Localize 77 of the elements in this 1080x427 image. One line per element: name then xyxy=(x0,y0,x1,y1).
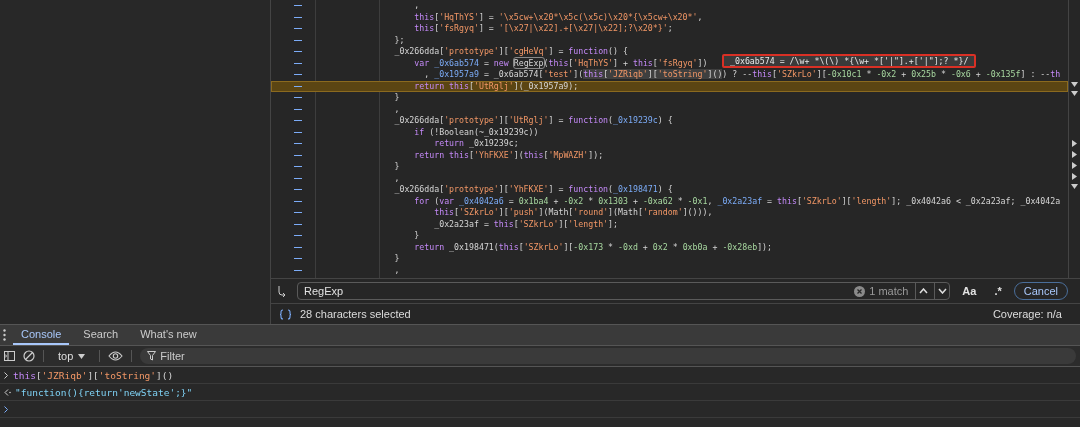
line-marker[interactable] xyxy=(294,269,302,271)
caret-down-icon xyxy=(78,353,86,359)
line-marker[interactable] xyxy=(294,235,302,236)
line-marker[interactable] xyxy=(294,74,302,75)
next-match-button[interactable] xyxy=(934,283,950,300)
chevron-down-icon xyxy=(937,288,947,295)
code-line: , _0x1957a9 = _0x6ab574['test'](this['JZRiqb']['toString']()) ? --this['SZkrLo'][-0x10c1 * -0x2 + 0x25b * -0x6 + -0x135f] : --th xyxy=(423,69,1061,81)
code-line: } xyxy=(393,253,400,265)
more-options-icon[interactable] xyxy=(3,329,7,341)
code-line: _0x266dda['prototype']['YhFKXE'] = function(_0x198471) { xyxy=(393,184,673,196)
filter-icon xyxy=(147,351,157,361)
line-marker[interactable] xyxy=(294,5,302,6)
eye-icon[interactable] xyxy=(108,351,124,361)
line-marker[interactable] xyxy=(294,62,302,64)
code-line: this['HqThYS'] = '\x5cw+\x20*\x5c(\x5c)\x20*{\x5cw+\x20*', xyxy=(413,11,703,23)
console-command: this['JZRiqb']['toString']() xyxy=(13,369,174,381)
code-line: return this['UtRglj'](_0x1957a9); xyxy=(413,80,579,92)
line-marker[interactable] xyxy=(294,212,302,213)
line-marker[interactable] xyxy=(294,166,302,167)
line-marker[interactable] xyxy=(294,200,302,202)
sidebar-toggle-icon[interactable] xyxy=(4,351,15,361)
line-marker[interactable] xyxy=(294,246,302,248)
line-marker[interactable] xyxy=(294,108,302,110)
code-line: } xyxy=(393,161,400,173)
line-marker[interactable] xyxy=(294,131,302,133)
hover-tooltip: _0x6ab574 = /\w+ *\(\) *{\w+ *['|"].+['|"];? *}/ xyxy=(722,54,977,68)
filter-field[interactable]: Filter xyxy=(140,348,1076,364)
code-line: _0x266dda['prototype']['cgHeVq'] = function() { xyxy=(393,46,628,58)
code-line: this['fsRgyq'] = '[\x27|\x22].+[\x27|\x22];?\x20*}'; xyxy=(413,23,673,35)
line-marker[interactable] xyxy=(294,16,302,18)
code-line: , xyxy=(413,0,420,12)
line-marker[interactable] xyxy=(294,258,302,259)
line-marker[interactable] xyxy=(294,223,302,225)
code-line: var _0x6ab574 = new RegExp(this['HqThYS'] + this['fsRgyq']) xyxy=(413,57,708,69)
code-line: } xyxy=(413,230,420,242)
code-line: return _0x19239c; xyxy=(433,138,519,150)
regex-toggle[interactable]: .* xyxy=(988,285,1008,298)
prompt-caret-icon xyxy=(4,405,9,413)
code-line: if (!Boolean(~_0x19239c)) xyxy=(413,126,539,138)
line-marker[interactable] xyxy=(294,177,302,179)
code-line: , xyxy=(393,103,400,115)
code-line: return this['YhFKXE'](this['MpWAZH']); xyxy=(413,149,604,161)
panel-tab[interactable]: Search xyxy=(75,325,127,345)
code-line: _0x2a23af = this['SZkrLo']['length']; xyxy=(433,218,619,230)
context-dropdown[interactable]: top xyxy=(52,350,92,362)
chevron-up-icon xyxy=(918,288,928,295)
line-marker[interactable] xyxy=(294,97,302,98)
braces-icon[interactable] xyxy=(279,308,292,320)
line-marker[interactable] xyxy=(294,39,302,41)
code-line: , xyxy=(393,172,400,184)
line-marker[interactable] xyxy=(294,143,302,144)
code-line: this['SZkrLo']['push'](Math['round'](Math['random']())), xyxy=(433,207,713,219)
code-line: } xyxy=(393,92,400,104)
panel-tab[interactable]: What's new xyxy=(132,325,205,345)
selection-info: 28 characters selected xyxy=(300,308,411,321)
match-count: 1 match xyxy=(869,285,910,298)
line-marker[interactable] xyxy=(294,154,302,156)
console-result: "function(){return'newState';}" xyxy=(15,386,193,398)
line-marker[interactable] xyxy=(294,28,302,29)
clear-console-icon[interactable] xyxy=(23,350,35,362)
coverage-info: Coverage: n/a xyxy=(992,308,1062,321)
input-caret-icon xyxy=(4,371,9,379)
previous-match-button[interactable] xyxy=(915,283,931,300)
match-case-toggle[interactable]: Aa xyxy=(956,285,983,298)
result-arrow-icon xyxy=(4,388,11,396)
line-marker[interactable] xyxy=(294,51,302,52)
line-marker[interactable] xyxy=(294,120,302,121)
code-line: for (var _0x4042a6 = 0x1ba4 + -0x2 * 0x1303 + -0xa62 * -0x1, _0x2a23af = this['SZkrLo']['length']; _0x4042a6 < _0x2a23af; _0x4042a xyxy=(413,195,1061,207)
line-marker[interactable] xyxy=(294,85,302,87)
caret-down-icon[interactable] xyxy=(1071,184,1078,189)
code-line: , xyxy=(393,264,400,276)
code-line: }; xyxy=(393,34,405,46)
clear-icon[interactable] xyxy=(854,285,866,297)
code-line: _0x266dda['prototype']['UtRglj'] = function(_0x19239c) { xyxy=(393,115,673,127)
line-marker[interactable] xyxy=(294,189,302,190)
search-field[interactable]: RegExp 1 match xyxy=(297,282,951,301)
code-line: return _0x198471(this['SZkrLo'][-0x173 * -0xd + 0x2 * 0xb0a + -0x28eb]); xyxy=(413,241,773,253)
